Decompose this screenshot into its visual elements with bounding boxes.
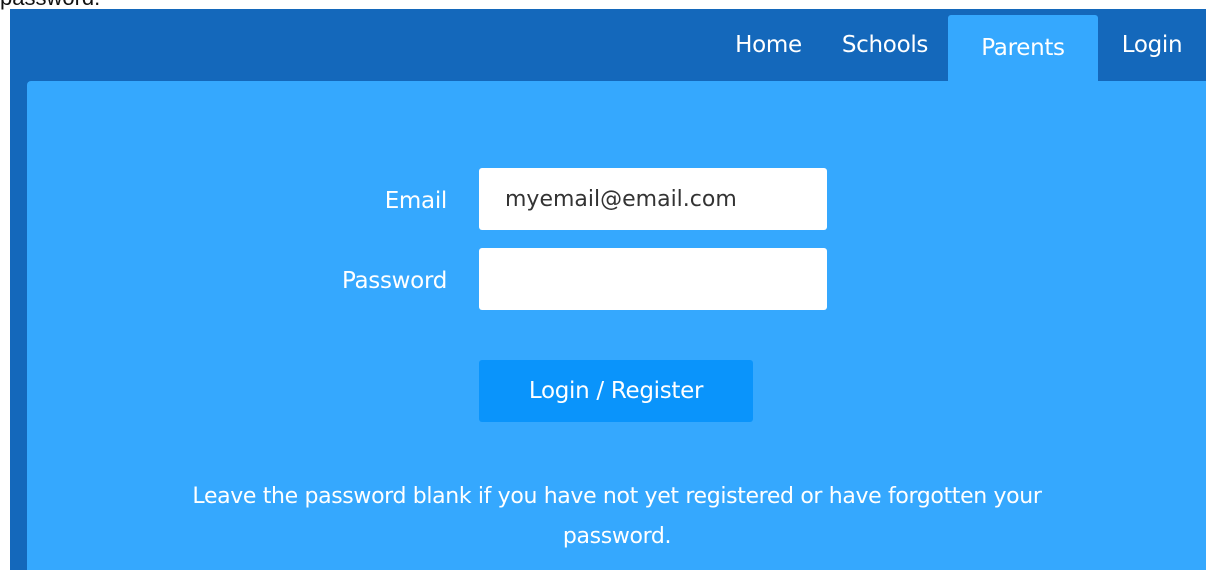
nav-item-login[interactable]: Login xyxy=(1098,9,1206,81)
password-hint-line-1: Leave the password blank if you have not… xyxy=(192,484,1042,509)
password-hint-line-2: password. xyxy=(562,524,672,549)
nav-item-schools[interactable]: Schools xyxy=(822,9,948,81)
email-label: Email xyxy=(384,188,448,214)
nav-item-parents[interactable]: Parents xyxy=(948,15,1098,81)
main-navigation: Home Schools Parents Login xyxy=(715,9,1206,81)
nav-item-home[interactable]: Home xyxy=(715,9,822,81)
password-hint: Leave the password blank if you have not… xyxy=(67,477,1167,557)
login-frame: Home Schools Parents Login Email Passwor… xyxy=(10,9,1206,570)
login-register-button[interactable]: Login / Register xyxy=(479,360,753,422)
email-field[interactable] xyxy=(479,168,827,230)
password-label: Password xyxy=(341,268,447,294)
password-field[interactable] xyxy=(479,248,827,310)
login-panel: Email Password Login / Register Leave th… xyxy=(27,81,1206,570)
